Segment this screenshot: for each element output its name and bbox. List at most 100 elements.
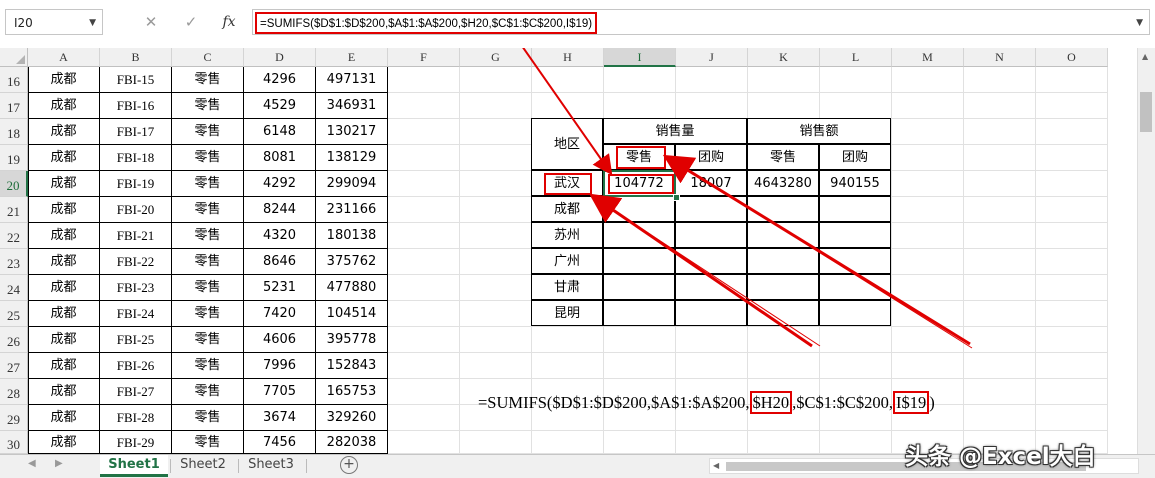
table-cell[interactable]: FBI-24 — [100, 301, 172, 327]
row-header[interactable]: 17 — [0, 93, 28, 119]
table-cell[interactable]: 3674 — [244, 405, 316, 431]
table-cell[interactable]: 零售 — [172, 405, 244, 431]
column-header[interactable]: K — [748, 48, 820, 67]
cancel-icon[interactable]: ✕ — [138, 9, 164, 35]
summary-value-cell[interactable] — [747, 274, 819, 300]
region-cell[interactable]: 广州 — [531, 248, 603, 274]
summary-value-cell[interactable] — [747, 222, 819, 248]
row-header[interactable]: 16 — [0, 67, 28, 93]
table-cell[interactable]: 130217 — [316, 119, 388, 145]
table-cell[interactable]: FBI-21 — [100, 223, 172, 249]
table-cell[interactable]: FBI-20 — [100, 197, 172, 223]
table-cell[interactable]: FBI-15 — [100, 67, 172, 93]
table-cell[interactable]: FBI-16 — [100, 93, 172, 119]
table-cell[interactable]: FBI-23 — [100, 275, 172, 301]
table-cell[interactable]: 成都 — [28, 197, 100, 223]
table-cell[interactable]: 零售 — [172, 379, 244, 405]
sales-amt-header[interactable]: 销售额 — [747, 118, 891, 144]
table-cell[interactable]: 成都 — [28, 431, 100, 454]
row-header[interactable]: 22 — [0, 223, 28, 249]
summary-value-cell[interactable] — [603, 248, 675, 274]
table-cell[interactable]: 282038 — [316, 431, 388, 454]
tab-sheet3[interactable]: Sheet3 — [240, 455, 302, 477]
table-cell[interactable]: FBI-28 — [100, 405, 172, 431]
summary-value-cell[interactable]: 18007 — [675, 170, 747, 196]
row-header[interactable]: 30 — [0, 431, 28, 454]
table-cell[interactable]: 8081 — [244, 145, 316, 171]
table-cell[interactable]: 成都 — [28, 93, 100, 119]
table-cell[interactable]: 138129 — [316, 145, 388, 171]
table-cell[interactable]: 零售 — [172, 145, 244, 171]
next-sheet-icon[interactable]: ▶ — [55, 458, 63, 469]
table-cell[interactable]: 477880 — [316, 275, 388, 301]
region-header[interactable]: 地区 — [531, 118, 603, 170]
row-header[interactable]: 27 — [0, 353, 28, 379]
add-sheet-icon[interactable]: + — [340, 456, 358, 474]
sales-qty-header[interactable]: 销售量 — [603, 118, 747, 144]
table-cell[interactable]: 231166 — [316, 197, 388, 223]
chevron-down-icon[interactable]: ▼ — [89, 10, 96, 36]
row-header[interactable]: 19 — [0, 145, 28, 171]
table-cell[interactable]: 152843 — [316, 353, 388, 379]
table-cell[interactable]: 零售 — [172, 301, 244, 327]
row-header[interactable]: 28 — [0, 379, 28, 405]
summary-value-cell[interactable] — [819, 274, 891, 300]
table-cell[interactable]: 零售 — [172, 67, 244, 93]
column-header[interactable]: L — [820, 48, 892, 67]
row-header[interactable]: 20 — [0, 171, 28, 197]
table-cell[interactable]: FBI-26 — [100, 353, 172, 379]
column-header[interactable]: G — [460, 48, 532, 67]
sub-header[interactable]: 团购 — [819, 144, 891, 170]
table-cell[interactable]: 7456 — [244, 431, 316, 454]
table-cell[interactable]: 7996 — [244, 353, 316, 379]
column-header[interactable]: B — [100, 48, 172, 67]
vertical-scrollbar[interactable]: ▲ — [1137, 48, 1155, 454]
table-cell[interactable]: 零售 — [172, 93, 244, 119]
vertical-scroll-thumb[interactable] — [1140, 92, 1152, 132]
table-cell[interactable]: 成都 — [28, 379, 100, 405]
column-header[interactable]: J — [676, 48, 748, 67]
region-cell[interactable]: 昆明 — [531, 300, 603, 326]
table-cell[interactable]: 165753 — [316, 379, 388, 405]
column-header[interactable]: C — [172, 48, 244, 67]
table-cell[interactable]: 4296 — [244, 67, 316, 93]
table-cell[interactable]: 180138 — [316, 223, 388, 249]
fill-handle[interactable] — [673, 194, 680, 201]
spreadsheet-grid[interactable]: A B C D E F G H I J K L M N O 16 17 18 19 20 21 22 23 24 25 26 27 2… — [0, 48, 1137, 454]
table-cell[interactable]: 零售 — [172, 119, 244, 145]
row-header[interactable]: 18 — [0, 119, 28, 145]
table-cell[interactable]: 零售 — [172, 431, 244, 454]
summary-value-cell[interactable]: 4643280 — [747, 170, 819, 196]
column-header[interactable]: N — [964, 48, 1036, 67]
table-cell[interactable]: 7420 — [244, 301, 316, 327]
formula-input[interactable]: =SUMIFS($D$1:$D$200,$A$1:$A$200,$H20,$C$… — [252, 9, 1150, 35]
table-cell[interactable]: 成都 — [28, 145, 100, 171]
table-cell[interactable]: 5231 — [244, 275, 316, 301]
table-cell[interactable]: FBI-22 — [100, 249, 172, 275]
column-header[interactable]: I — [604, 48, 676, 67]
tab-sheet2[interactable]: Sheet2 — [172, 455, 234, 477]
region-cell[interactable]: 苏州 — [531, 222, 603, 248]
column-header[interactable]: H — [532, 48, 604, 67]
summary-value-cell[interactable] — [675, 300, 747, 326]
tab-sheet1[interactable]: Sheet1 — [100, 455, 168, 477]
summary-value-cell[interactable] — [747, 248, 819, 274]
summary-value-cell[interactable] — [603, 196, 675, 222]
summary-value-cell[interactable] — [819, 196, 891, 222]
table-cell[interactable]: 零售 — [172, 275, 244, 301]
table-cell[interactable]: 成都 — [28, 275, 100, 301]
summary-value-cell[interactable] — [819, 248, 891, 274]
scroll-left-icon[interactable]: ◀ — [713, 461, 719, 470]
summary-value-cell[interactable] — [675, 274, 747, 300]
table-cell[interactable]: 4606 — [244, 327, 316, 353]
row-header[interactable]: 23 — [0, 249, 28, 275]
summary-value-cell[interactable] — [819, 300, 891, 326]
column-header[interactable]: D — [244, 48, 316, 67]
table-cell[interactable]: 零售 — [172, 197, 244, 223]
column-header[interactable]: F — [388, 48, 460, 67]
table-cell[interactable]: 成都 — [28, 223, 100, 249]
table-cell[interactable]: 成都 — [28, 249, 100, 275]
table-cell[interactable]: FBI-18 — [100, 145, 172, 171]
table-cell[interactable]: 成都 — [28, 327, 100, 353]
summary-value-cell[interactable] — [675, 196, 747, 222]
